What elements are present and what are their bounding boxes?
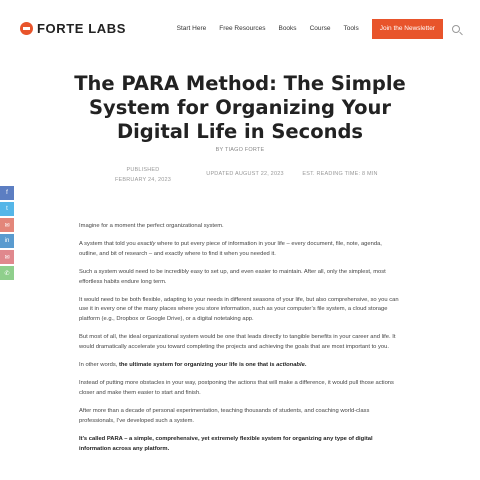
- nav-course[interactable]: Course: [310, 19, 331, 39]
- paragraph: Such a system would need to be incredibl…: [79, 269, 386, 285]
- nav-books[interactable]: Books: [278, 19, 296, 39]
- published-date: FEBRUARY 24, 2023: [114, 177, 172, 183]
- forte-labs-logo-icon: [20, 22, 33, 35]
- linkedin-share-button[interactable]: in: [0, 234, 14, 248]
- brand-logo[interactable]: FORTE LABS: [20, 21, 126, 36]
- para-intro: It’s called PARA – a simple, comprehensi…: [79, 436, 373, 452]
- linkedin-icon: in: [4, 238, 10, 244]
- reading-time: EST. READING TIME: 8 MIN: [302, 171, 378, 177]
- nav-free-resources[interactable]: Free Resources: [219, 19, 265, 39]
- nav-start-here[interactable]: Start Here: [177, 19, 207, 39]
- brand-name: FORTE LABS: [37, 21, 127, 36]
- email-share-button[interactable]: ✉: [0, 218, 14, 232]
- twitter-share-button[interactable]: t: [0, 202, 14, 216]
- search-icon[interactable]: [452, 25, 460, 33]
- main-nav: Start Here Free Resources Books Course T…: [177, 19, 460, 39]
- share-sidebar: f t ✉ in ✉ ✆: [0, 186, 14, 282]
- sms-share-button[interactable]: ✆: [0, 266, 14, 280]
- mail-share-button[interactable]: ✉: [0, 250, 14, 264]
- author-byline[interactable]: BY TIAGO FORTE: [0, 147, 480, 153]
- site-header: FORTE LABS Start Here Free Resources Boo…: [0, 0, 480, 56]
- sms-icon: ✆: [4, 270, 10, 277]
- join-newsletter-button[interactable]: Join the Newsletter: [371, 19, 443, 39]
- updated-date: UPDATED AUGUST 22, 2023: [206, 171, 284, 177]
- facebook-icon: f: [6, 190, 8, 196]
- twitter-icon: t: [6, 206, 8, 212]
- email-icon: ✉: [4, 222, 10, 229]
- mail-icon: ✉: [4, 254, 10, 261]
- article-body: Imagine for a moment the perfect organiz…: [79, 222, 401, 463]
- paragraph: But most of all, the ideal organizationa…: [79, 334, 396, 350]
- paragraph: In other words, the ultimate system for …: [79, 362, 307, 369]
- article-title: The PARA Method: The Simple System for O…: [74, 72, 406, 143]
- published-label: PUBLISHED: [126, 167, 160, 173]
- paragraph: It’s called PARA – a simple, comprehensi…: [79, 435, 401, 454]
- paragraph: A system that told you exactly where to …: [79, 241, 382, 257]
- published-info: PUBLISHED FEBRUARY 24, 2023: [108, 165, 178, 185]
- paragraph: It would need to be both flexible, adapt…: [79, 297, 399, 322]
- paragraph: After more than a decade of personal exp…: [79, 408, 370, 424]
- bold-statement: the ultimate system for organizing your …: [118, 362, 307, 369]
- facebook-share-button[interactable]: f: [0, 186, 14, 200]
- paragraph: Instead of putting more obstacles in you…: [79, 380, 394, 396]
- nav-tools[interactable]: Tools: [344, 19, 359, 39]
- emphasis: exactly: [137, 241, 156, 248]
- paragraph: Imagine for a moment the perfect organiz…: [79, 223, 224, 229]
